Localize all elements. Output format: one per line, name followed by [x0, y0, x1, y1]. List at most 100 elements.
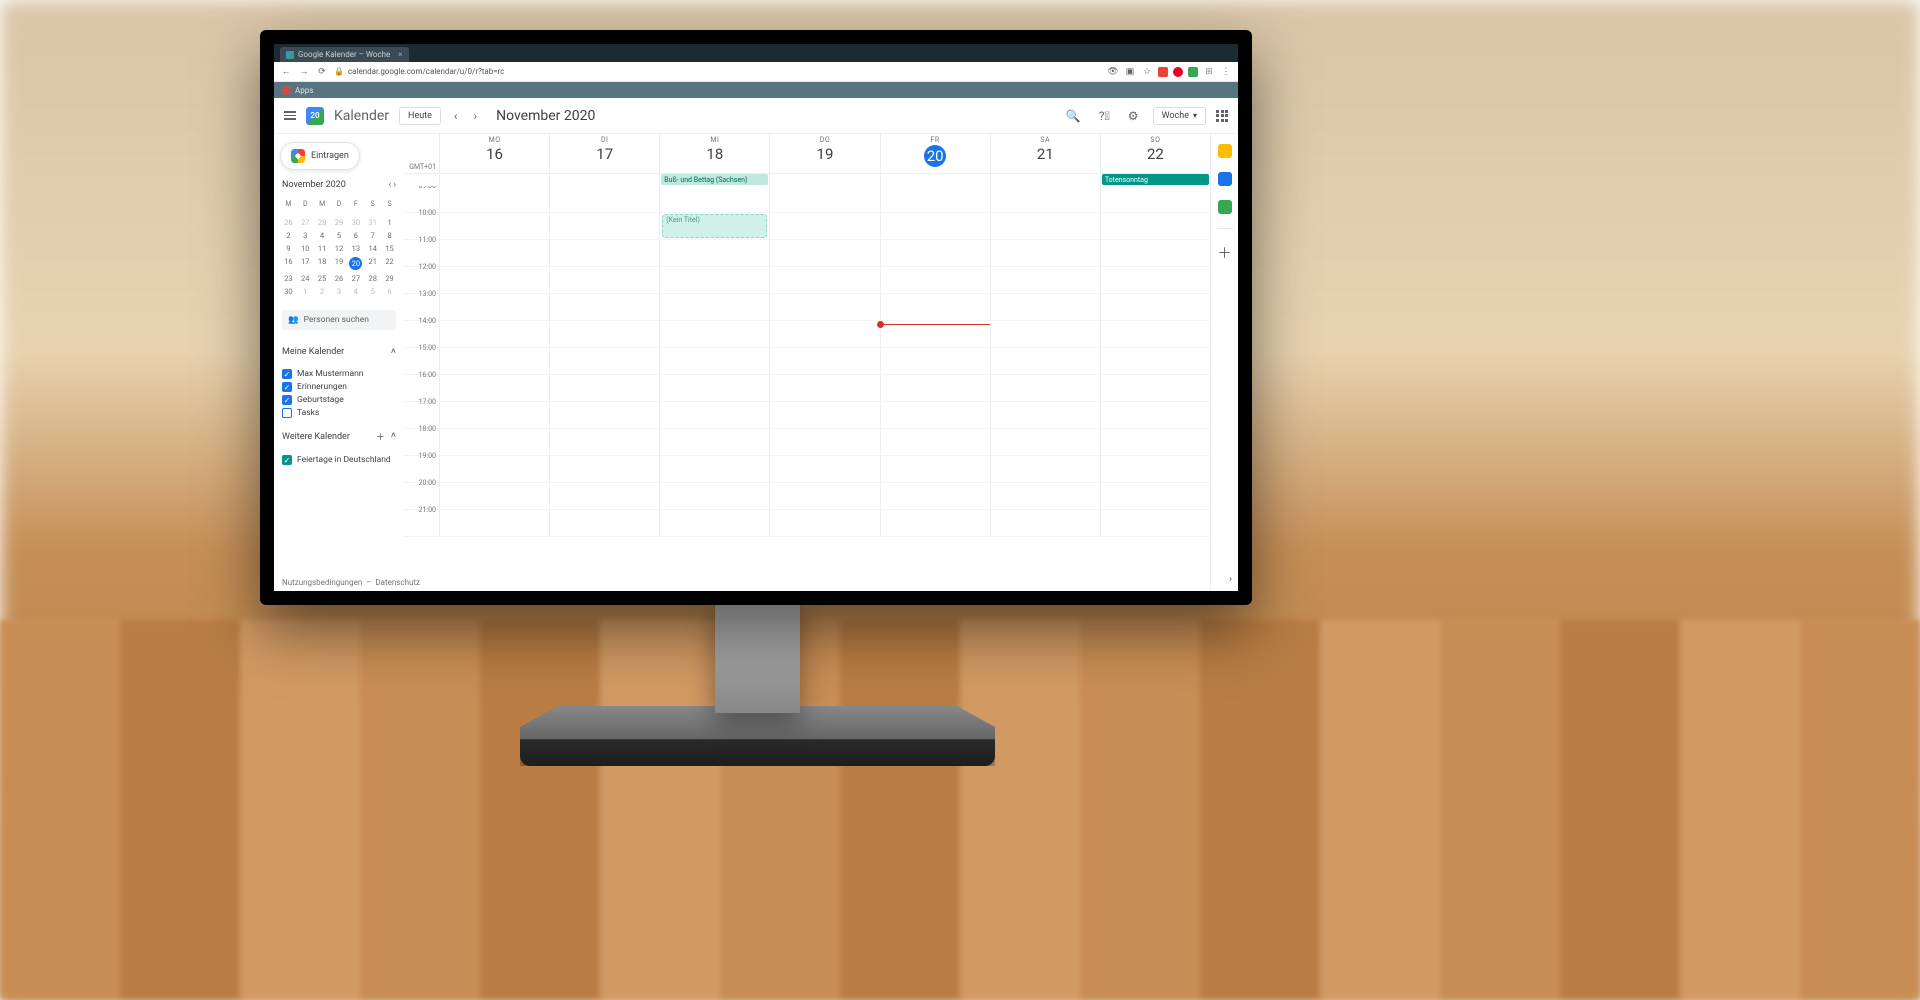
search-people-input[interactable]: 👥 Personen suchen — [282, 310, 396, 330]
add-calendar-icon[interactable]: ＋ — [376, 430, 385, 443]
hour-cell[interactable] — [549, 402, 659, 428]
hour-cell[interactable] — [769, 402, 879, 428]
ext-icon-green[interactable] — [1188, 67, 1198, 77]
calendar-checkbox[interactable]: ✓ — [282, 395, 292, 405]
hour-cell[interactable] — [990, 375, 1100, 401]
mini-day-cell[interactable]: 14 — [364, 242, 381, 255]
mini-day-cell[interactable]: 26 — [280, 216, 297, 229]
gear-icon[interactable]: ⚙ — [1124, 109, 1143, 123]
hour-cell[interactable] — [769, 375, 879, 401]
hour-cell[interactable] — [439, 483, 549, 509]
hour-cell[interactable] — [549, 510, 659, 536]
apps-launcher-icon[interactable] — [1216, 110, 1228, 122]
hour-cell[interactable] — [659, 213, 769, 239]
eye-icon[interactable]: 👁 — [1107, 67, 1119, 77]
hour-cell[interactable] — [439, 267, 549, 293]
mini-day-cell[interactable]: 30 — [280, 285, 297, 298]
day-header[interactable]: SA21 — [990, 134, 1100, 173]
nav-reload-icon[interactable]: ⟳ — [316, 67, 328, 77]
omnibox[interactable]: 🔒 calendar.google.com/calendar/u/0/r?tab… — [334, 67, 1101, 76]
day-header[interactable]: MO16 — [439, 134, 549, 173]
hour-cell[interactable] — [439, 456, 549, 482]
apps-label[interactable]: Apps — [295, 86, 313, 95]
mini-day-cell[interactable]: 4 — [314, 229, 331, 242]
create-button[interactable]: Eintragen — [280, 142, 360, 170]
hour-cell[interactable] — [880, 267, 990, 293]
mini-day-cell[interactable]: 27 — [297, 216, 314, 229]
hour-cell[interactable] — [549, 321, 659, 347]
hour-cell[interactable] — [990, 429, 1100, 455]
hour-cell[interactable] — [549, 186, 659, 212]
mini-day-cell[interactable]: 4 — [347, 285, 364, 298]
hour-cell[interactable] — [439, 402, 549, 428]
hour-cell[interactable] — [990, 402, 1100, 428]
mini-day-cell[interactable]: 19 — [331, 255, 348, 272]
mini-day-cell[interactable]: 6 — [347, 229, 364, 242]
hour-cell[interactable] — [880, 240, 990, 266]
allday-cell[interactable]: Totensonntag — [1100, 174, 1210, 186]
hour-cell[interactable] — [659, 483, 769, 509]
my-calendars-section[interactable]: Meine Kalender ˄ — [280, 344, 398, 359]
hour-cell[interactable] — [990, 213, 1100, 239]
calendar-checkbox[interactable] — [282, 408, 292, 418]
mini-day-cell[interactable]: 27 — [347, 272, 364, 285]
rail-add-icon[interactable]: ＋ — [1218, 243, 1232, 263]
mini-day-cell[interactable]: 2 — [280, 229, 297, 242]
calendar-item[interactable]: ✓Erinnerungen — [282, 382, 396, 392]
hour-cell[interactable] — [880, 402, 990, 428]
hour-cell[interactable] — [439, 510, 549, 536]
mini-day-cell[interactable]: 10 — [297, 242, 314, 255]
calendar-item[interactable]: Tasks — [282, 408, 396, 418]
mini-day-cell[interactable]: 29 — [381, 272, 398, 285]
hour-cell[interactable] — [990, 510, 1100, 536]
view-selector[interactable]: Woche ▾ — [1153, 107, 1206, 125]
hour-cell[interactable] — [659, 375, 769, 401]
hour-cell[interactable] — [1100, 240, 1210, 266]
hour-cell[interactable] — [659, 456, 769, 482]
mini-day-cell[interactable]: 8 — [381, 229, 398, 242]
hour-cell[interactable] — [880, 510, 990, 536]
hour-cell[interactable] — [769, 321, 879, 347]
mini-day-cell[interactable]: 24 — [297, 272, 314, 285]
calendar-checkbox[interactable]: ✓ — [282, 382, 292, 392]
mini-day-cell[interactable]: 20 — [347, 255, 364, 272]
hour-cell[interactable] — [549, 267, 659, 293]
maps-icon[interactable] — [1218, 200, 1232, 214]
hour-cell[interactable] — [990, 294, 1100, 320]
allday-cell[interactable] — [549, 174, 659, 186]
hour-cell[interactable] — [659, 294, 769, 320]
hour-cell[interactable] — [990, 348, 1100, 374]
mini-day-cell[interactable]: 2 — [314, 285, 331, 298]
hour-cell[interactable] — [549, 348, 659, 374]
allday-cell[interactable] — [880, 174, 990, 186]
nav-forward-icon[interactable]: → — [298, 66, 310, 77]
hour-cell[interactable] — [1100, 456, 1210, 482]
mini-prev-icon[interactable]: ‹ — [389, 180, 392, 190]
today-button[interactable]: Heute — [399, 107, 441, 125]
hour-cell[interactable] — [880, 213, 990, 239]
ext-puzzle-icon[interactable]: ⊞ — [1203, 67, 1215, 77]
calendar-item[interactable]: ✓Max Mustermann — [282, 369, 396, 379]
hour-cell[interactable] — [549, 375, 659, 401]
apps-icon[interactable] — [282, 86, 291, 95]
hour-cell[interactable] — [769, 348, 879, 374]
other-calendars-section[interactable]: Weitere Kalender ＋ ˄ — [280, 428, 398, 445]
hour-cell[interactable] — [769, 186, 879, 212]
hour-cell[interactable] — [880, 186, 990, 212]
hour-cell[interactable] — [1100, 483, 1210, 509]
hour-cell[interactable] — [549, 294, 659, 320]
mini-day-cell[interactable]: 1 — [297, 285, 314, 298]
hour-cell[interactable] — [769, 240, 879, 266]
hour-cell[interactable] — [659, 240, 769, 266]
hour-cell[interactable] — [880, 348, 990, 374]
hour-cell[interactable] — [769, 483, 879, 509]
hour-cell[interactable] — [1100, 510, 1210, 536]
nav-back-icon[interactable]: ← — [280, 66, 292, 77]
hour-cell[interactable] — [1100, 294, 1210, 320]
hour-cell[interactable] — [1100, 402, 1210, 428]
mini-day-cell[interactable]: 16 — [280, 255, 297, 272]
mini-day-cell[interactable]: 29 — [331, 216, 348, 229]
hour-cell[interactable] — [549, 483, 659, 509]
terms-link[interactable]: Nutzungsbedingungen — [282, 578, 362, 587]
mini-day-cell[interactable]: 25 — [314, 272, 331, 285]
